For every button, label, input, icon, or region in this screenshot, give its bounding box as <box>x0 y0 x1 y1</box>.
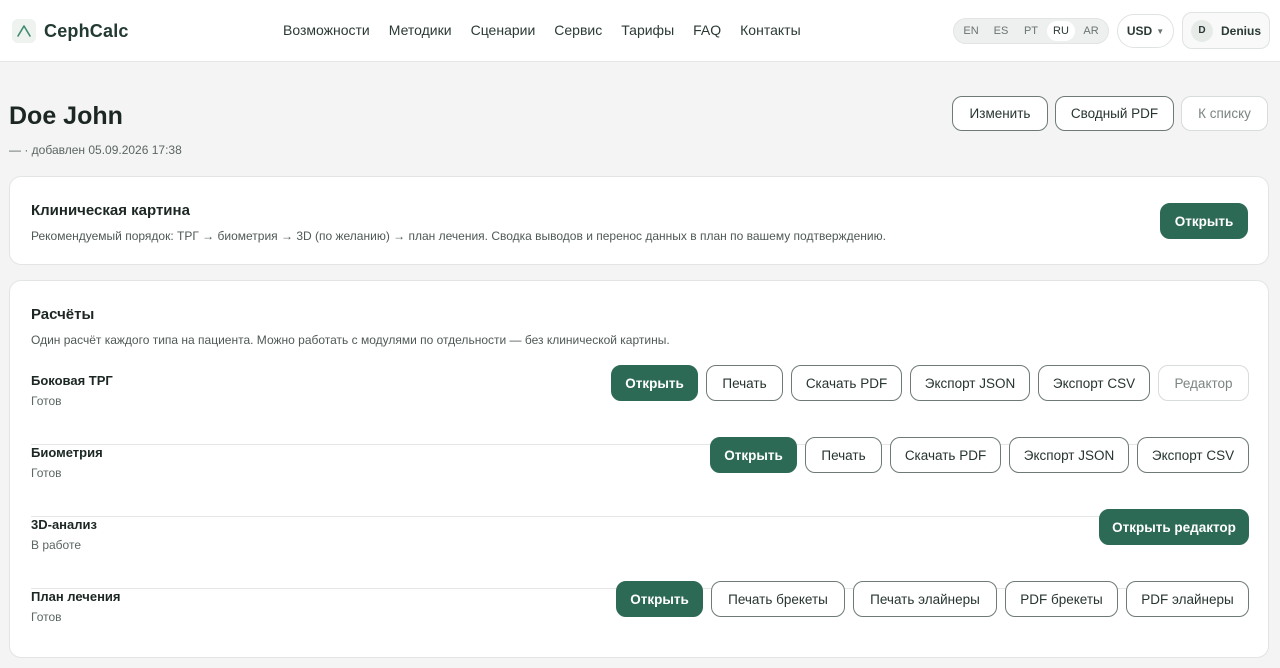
currency-value: USD <box>1126 24 1153 38</box>
nav-pricing[interactable]: Тарифы <box>621 22 674 38</box>
edit-button[interactable]: Изменить <box>952 96 1048 131</box>
calc-name: Биометрия <box>31 445 103 460</box>
patient-added-date: — · добавлен 05.09.2026 17:38 <box>9 143 182 157</box>
lang-es[interactable]: ES <box>987 21 1015 41</box>
download-pdf-button[interactable]: Скачать PDF <box>890 437 1001 473</box>
nav-scenarios[interactable]: Сценарии <box>471 22 536 38</box>
clinical-title: Клиническая картина <box>31 202 190 219</box>
patient-actions: Изменить Сводный PDF К списку <box>952 96 1275 131</box>
peak-logo-icon <box>12 19 36 43</box>
main-nav: Возможности Методики Сценарии Сервис Тар… <box>283 22 820 38</box>
calc-actions: Открыть Печать Скачать PDF Экспорт JSON … <box>702 437 1249 473</box>
editor-button[interactable]: Редактор <box>1158 365 1249 401</box>
lang-ar[interactable]: AR <box>1077 21 1105 41</box>
nav-service[interactable]: Сервис <box>554 22 602 38</box>
calculations-card: Расчёты Один расчёт каждого типа на паци… <box>9 280 1269 658</box>
calculations-description: Один расчёт каждого типа на пациента. Мо… <box>31 333 670 347</box>
calc-row-3d-analysis: 3D-анализ В работе Открыть редактор <box>31 509 1249 589</box>
open-button[interactable]: Открыть <box>616 581 703 617</box>
nav-methods[interactable]: Методики <box>389 22 452 38</box>
top-bar: CephCalc Возможности Методики Сценарии С… <box>0 0 1280 62</box>
calc-actions: Открыть Печать Скачать PDF Экспорт JSON … <box>603 365 1249 401</box>
brand-logo[interactable]: CephCalc <box>12 17 129 45</box>
currency-select[interactable]: USD ▼ <box>1117 14 1174 48</box>
print-button[interactable]: Печать <box>706 365 783 401</box>
calc-row-treatment-plan: План лечения Готов Открыть Печать брекет… <box>31 581 1249 661</box>
pdf-braces-button[interactable]: PDF брекеты <box>1005 581 1118 617</box>
user-menu[interactable]: D Denius <box>1182 12 1270 49</box>
pdf-aligners-button[interactable]: PDF элайнеры <box>1126 581 1249 617</box>
calc-status: Готов <box>31 466 62 480</box>
calc-row-lateral-ceph: Боковая ТРГ Готов Открыть Печать Скачать… <box>31 365 1249 445</box>
print-braces-button[interactable]: Печать брекеты <box>711 581 845 617</box>
export-json-button[interactable]: Экспорт JSON <box>1009 437 1129 473</box>
export-csv-button[interactable]: Экспорт CSV <box>1038 365 1150 401</box>
calc-status: Готов <box>31 610 62 624</box>
clinical-description: Рекомендуемый порядок: ТРГ → биометрия →… <box>31 229 886 243</box>
back-to-list-button[interactable]: К списку <box>1181 96 1268 131</box>
print-button[interactable]: Печать <box>805 437 882 473</box>
calculations-title: Расчёты <box>31 306 95 323</box>
summary-pdf-button[interactable]: Сводный PDF <box>1055 96 1174 131</box>
open-button[interactable]: Открыть <box>710 437 797 473</box>
calc-actions: Открыть редактор <box>1091 509 1249 545</box>
clinical-picture-card: Клиническая картина Рекомендуемый порядо… <box>9 176 1269 265</box>
open-editor-button[interactable]: Открыть редактор <box>1099 509 1249 545</box>
caret-down-icon: ▼ <box>1156 26 1165 36</box>
page-title: Doe John <box>9 102 123 130</box>
nav-features[interactable]: Возможности <box>283 22 370 38</box>
language-switcher: EN ES PT RU AR <box>953 18 1109 44</box>
lang-en[interactable]: EN <box>957 21 985 41</box>
calc-status: В работе <box>31 538 82 552</box>
open-button[interactable]: Открыть <box>611 365 698 401</box>
calc-name: Боковая ТРГ <box>31 373 113 388</box>
clinical-open-button[interactable]: Открыть <box>1160 203 1248 239</box>
calc-status: Готов <box>31 394 62 408</box>
calc-name: План лечения <box>31 589 121 604</box>
download-pdf-button[interactable]: Скачать PDF <box>791 365 902 401</box>
user-name: Denius <box>1221 23 1262 38</box>
lang-pt[interactable]: PT <box>1017 21 1045 41</box>
calc-row-biometry: Биометрия Готов Открыть Печать Скачать P… <box>31 437 1249 517</box>
nav-contacts[interactable]: Контакты <box>740 22 800 38</box>
calc-name: 3D-анализ <box>31 517 97 532</box>
lang-ru[interactable]: RU <box>1047 21 1075 41</box>
calc-actions: Открыть Печать брекеты Печать элайнеры P… <box>608 581 1249 617</box>
avatar: D <box>1191 19 1213 42</box>
export-csv-button[interactable]: Экспорт CSV <box>1137 437 1249 473</box>
brand-name: CephCalc <box>44 20 129 41</box>
export-json-button[interactable]: Экспорт JSON <box>910 365 1030 401</box>
print-aligners-button[interactable]: Печать элайнеры <box>853 581 997 617</box>
nav-faq[interactable]: FAQ <box>693 22 721 38</box>
